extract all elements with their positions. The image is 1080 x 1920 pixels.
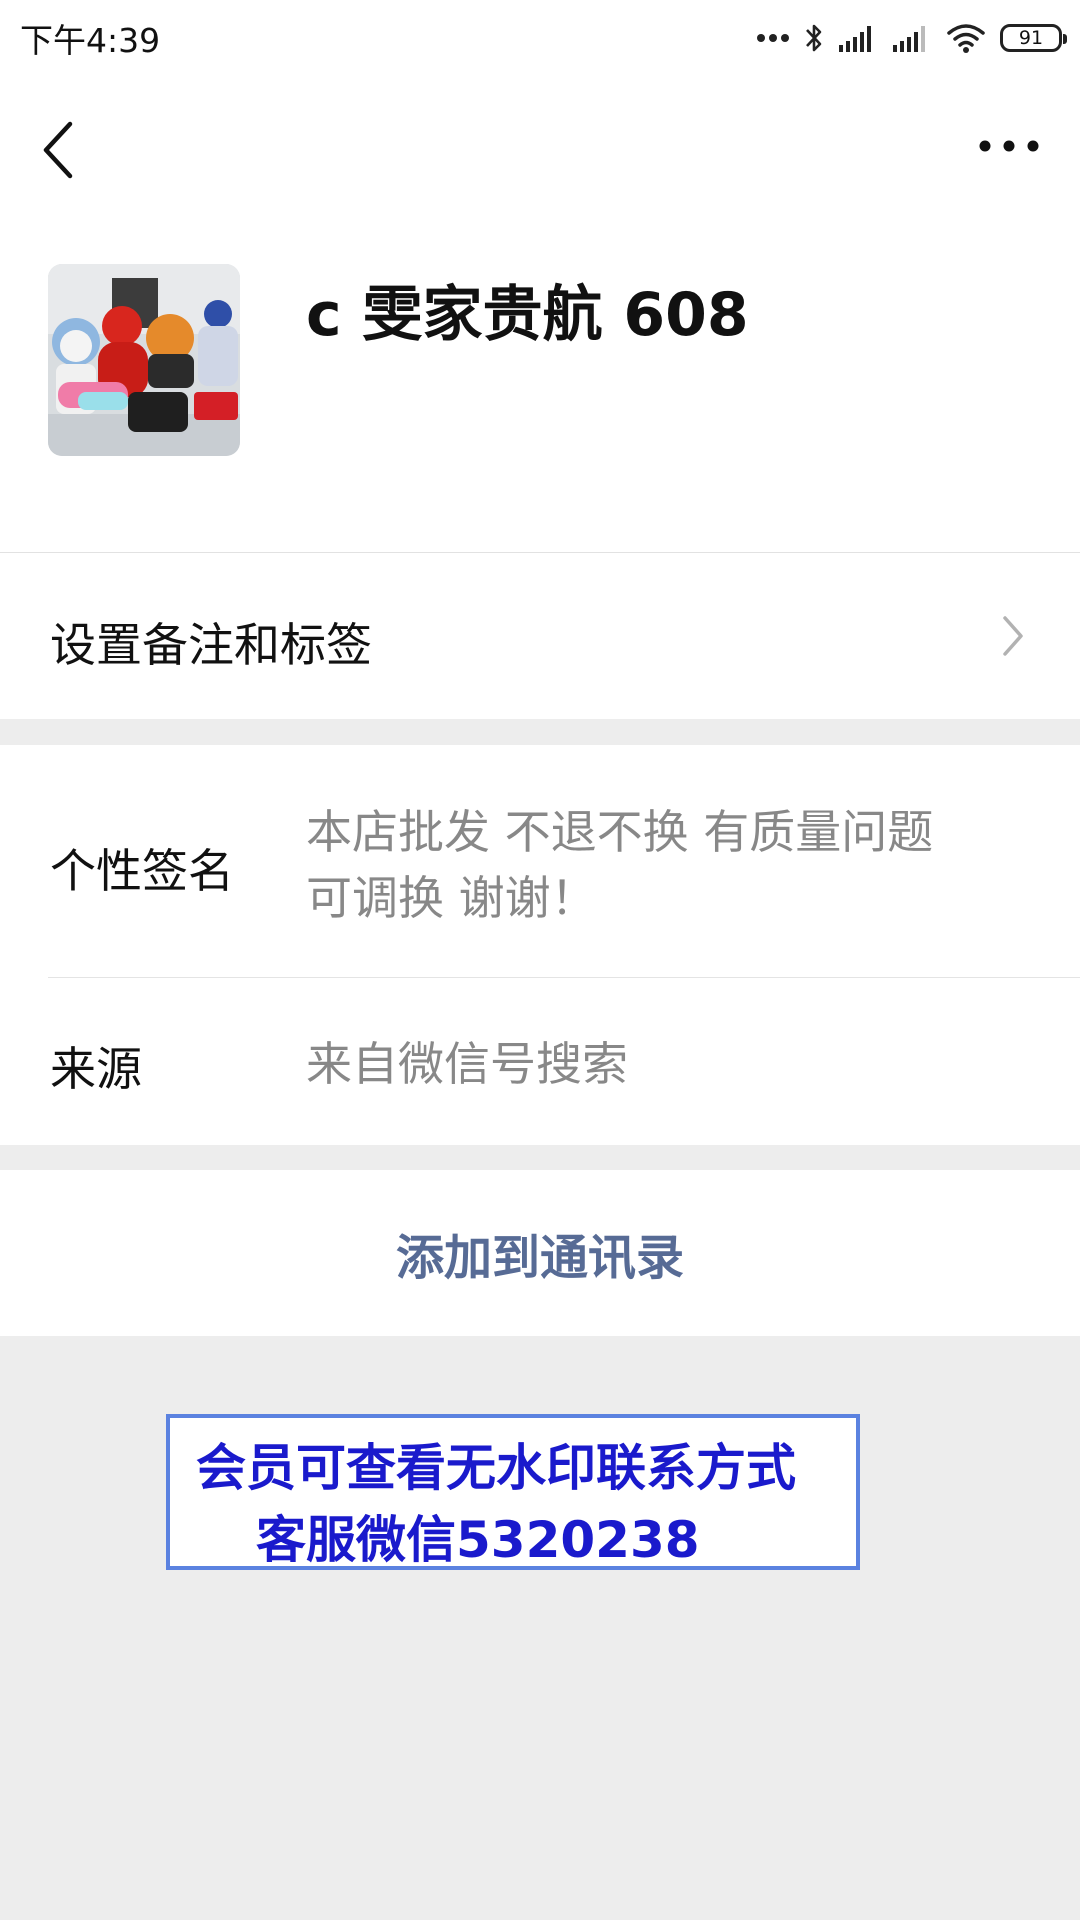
signal-icon: [838, 23, 878, 53]
watermark-line-2: 客服微信5320238: [256, 1511, 700, 1569]
info-card: 个性签名 本店批发 不退不换 有质量问题 可调换 谢谢！ 来源 来自微信号搜索: [0, 745, 1080, 1145]
signature-line-1: 本店批发 不退不换 有质量问题: [306, 805, 934, 859]
set-remark-row[interactable]: 设置备注和标签: [0, 553, 1080, 719]
signature-row: 个性签名 本店批发 不退不换 有质量问题 可调换 谢谢！: [0, 745, 1080, 977]
add-to-contacts-button[interactable]: 添加到通讯录: [0, 1170, 1080, 1336]
battery-level: 91: [1018, 27, 1044, 49]
set-remark-label: 设置备注和标签: [50, 618, 372, 672]
avatar-image: [48, 264, 240, 456]
signature-value: 本店批发 不退不换 有质量问题 可调换 谢谢！: [306, 799, 1026, 931]
chevron-right-icon: [1000, 613, 1026, 663]
divider: [48, 977, 1080, 978]
status-icons: 91: [756, 14, 1067, 62]
more-dots-icon: [979, 140, 1039, 152]
add-to-contacts-label: 添加到通讯录: [395, 1230, 684, 1286]
bluetooth-icon: [804, 21, 824, 55]
back-button[interactable]: [30, 112, 90, 182]
more-button[interactable]: [974, 126, 1044, 166]
watermark-banner: 会员可查看无水印联系方式 客服微信5320238: [166, 1414, 860, 1570]
dots-icon: [756, 33, 790, 43]
wifi-icon: [946, 22, 986, 54]
battery-icon: 91: [1000, 24, 1067, 52]
source-label: 来源: [50, 1042, 142, 1096]
signature-label: 个性签名: [50, 844, 234, 898]
source-value: 来自微信号搜索: [306, 1037, 628, 1091]
profile-header: c 雯家贵航 608: [0, 76, 1080, 552]
chevron-left-icon: [43, 121, 73, 179]
status-time: 下午4:39: [20, 21, 161, 60]
signature-line-2: 可调换 谢谢！: [306, 871, 597, 925]
signal-icon: [892, 23, 932, 53]
status-bar: 下午4:39 91: [0, 0, 1080, 76]
profile-screen: 下午4:39 91 c 雯家贵航 608 设置备注和标签 个性签名 本店批发 不…: [0, 0, 1080, 1920]
avatar[interactable]: [48, 264, 240, 456]
watermark-line-1: 会员可查看无水印联系方式: [196, 1439, 796, 1497]
profile-name: c 雯家贵航 608: [306, 280, 749, 350]
